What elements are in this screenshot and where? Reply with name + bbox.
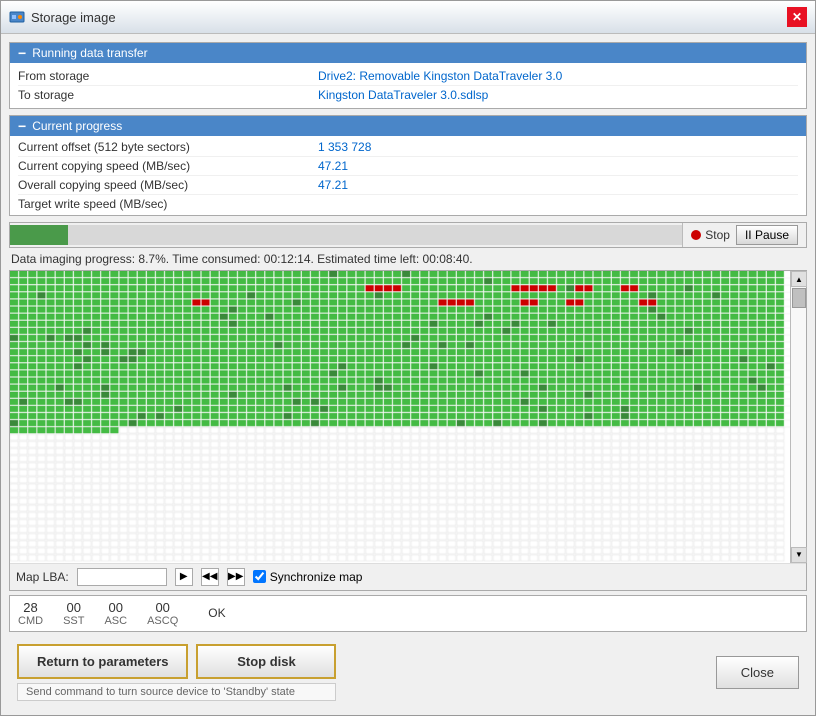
- to-storage-row: To storage Kingston DataTraveler 3.0.sdl…: [18, 86, 798, 104]
- progress-bar-outer: [10, 225, 682, 245]
- return-to-parameters-button[interactable]: Return to parameters: [17, 644, 188, 679]
- bottom-left-area: Return to parameters Stop disk Send comm…: [17, 644, 336, 701]
- map-play-button[interactable]: ▶: [175, 568, 193, 586]
- current-progress-header: − Current progress: [10, 116, 806, 136]
- running-transfer-header: − Running data transfer: [10, 43, 806, 63]
- scroll-track: [791, 287, 806, 547]
- map-area: ▲ ▼: [10, 271, 806, 563]
- copy-speed-row: Current copying speed (MB/sec) 47.21: [18, 157, 798, 176]
- bottom-buttons: Return to parameters Stop disk: [17, 644, 336, 679]
- progress-text: Data imaging progress: 8.7%. Time consum…: [9, 252, 807, 266]
- asc-col: 00 ASC: [104, 600, 127, 627]
- window-close-button[interactable]: ✕: [787, 7, 807, 27]
- map-next-button[interactable]: ▶▶: [227, 568, 245, 586]
- sst-col: 00 SST: [63, 600, 84, 627]
- scroll-up-button[interactable]: ▲: [791, 271, 807, 287]
- map-prev-button[interactable]: ◀◀: [201, 568, 219, 586]
- bottom-bar: Return to parameters Stop disk Send comm…: [9, 638, 807, 707]
- standby-status-text: Send command to turn source device to 'S…: [17, 683, 336, 701]
- scroll-thumb[interactable]: [792, 288, 806, 308]
- map-container: ▲ ▼ Map LBA: ▶ ◀◀ ▶▶ Synchronize map: [9, 270, 807, 591]
- stop-button[interactable]: Stop: [691, 228, 730, 242]
- progress-bar-fill: [10, 225, 68, 245]
- close-button[interactable]: Close: [716, 656, 799, 689]
- running-transfer-body: From storage Drive2: Removable Kingston …: [10, 63, 806, 108]
- map-lba-input[interactable]: [77, 568, 167, 586]
- map-lba-row: Map LBA: ▶ ◀◀ ▶▶ Synchronize map: [10, 563, 806, 590]
- target-write-speed-row: Target write speed (MB/sec): [18, 195, 798, 213]
- progress-bar-row: Stop II Pause: [9, 222, 807, 248]
- current-progress-body: Current offset (512 byte sectors) 1 353 …: [10, 136, 806, 215]
- vertical-scrollbar[interactable]: ▲ ▼: [790, 271, 806, 563]
- title-bar: Storage image ✕: [1, 1, 815, 34]
- stop-disk-button[interactable]: Stop disk: [196, 644, 336, 679]
- sector-info-bar: 28 CMD 00 SST 00 ASC 00 ASCQ OK: [9, 595, 807, 632]
- window-title: Storage image: [31, 10, 116, 25]
- ascq-col: 00 ASCQ: [147, 600, 178, 627]
- sync-map-check[interactable]: Synchronize map: [253, 570, 363, 584]
- scroll-down-button[interactable]: ▼: [791, 547, 807, 563]
- progress-controls: Stop II Pause: [682, 223, 806, 247]
- from-storage-row: From storage Drive2: Removable Kingston …: [18, 67, 798, 86]
- cmd-col: 28 CMD: [18, 600, 43, 627]
- overall-speed-row: Overall copying speed (MB/sec) 47.21: [18, 176, 798, 195]
- app-icon: [9, 9, 25, 25]
- content-area: − Running data transfer From storage Dri…: [1, 34, 815, 715]
- pause-button[interactable]: II Pause: [736, 225, 798, 245]
- stop-icon: [691, 230, 701, 240]
- sync-map-label: Synchronize map: [270, 570, 363, 584]
- offset-row: Current offset (512 byte sectors) 1 353 …: [18, 138, 798, 157]
- sync-map-checkbox[interactable]: [253, 570, 266, 583]
- main-window: Storage image ✕ − Running data transfer …: [0, 0, 816, 716]
- current-progress-section: − Current progress Current offset (512 b…: [9, 115, 807, 216]
- map-canvas[interactable]: [10, 271, 790, 563]
- running-transfer-section: − Running data transfer From storage Dri…: [9, 42, 807, 109]
